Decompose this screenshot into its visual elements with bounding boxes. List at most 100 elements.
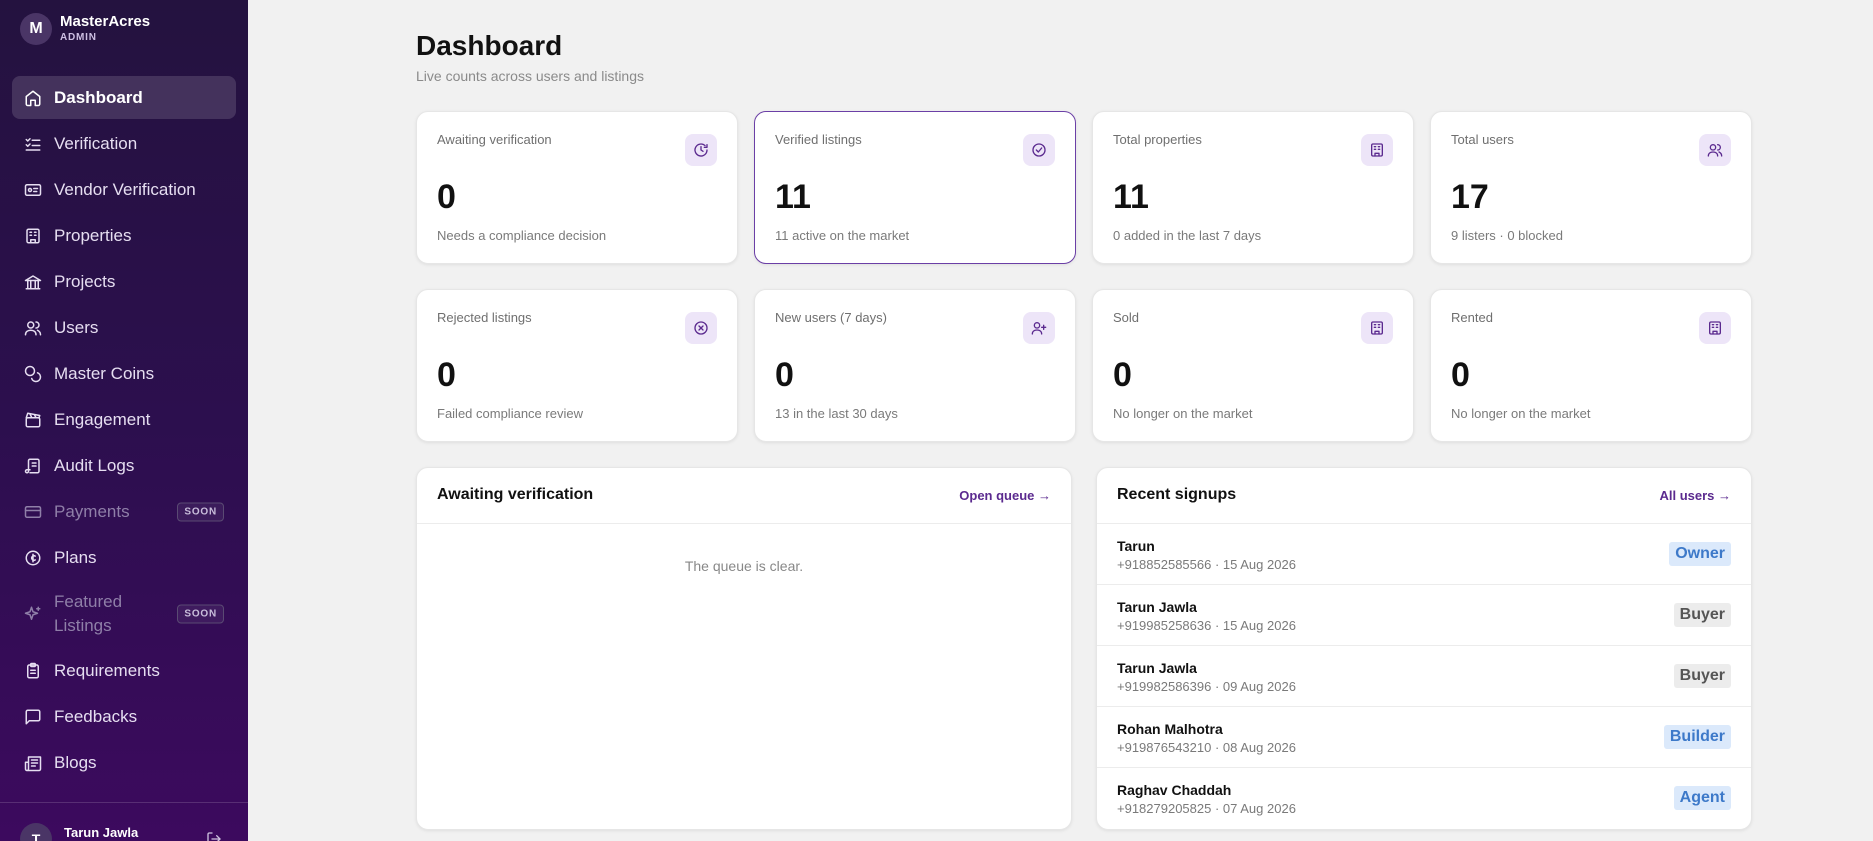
- stat-label: Rented: [1451, 310, 1493, 325]
- page-title: Dashboard: [416, 30, 563, 61]
- panel-title: Recent signups: [1117, 486, 1237, 503]
- page-subtitle: Live counts across users and listings: [416, 68, 644, 84]
- stat-note: No longer on the market: [1451, 406, 1591, 421]
- sidebar-item-label: Vendor Verification: [54, 179, 196, 199]
- panel-header: Awaiting verification Open queue →: [417, 468, 1071, 524]
- brand-name: MasterAcres: [60, 13, 151, 30]
- stat-value: 0: [1451, 356, 1470, 394]
- open-queue-link[interactable]: Open queue →: [959, 488, 1051, 503]
- stat-card-sold[interactable]: Sold 0 No longer on the market: [1092, 289, 1414, 442]
- stat-label: Sold: [1113, 310, 1140, 325]
- clipboard-icon: [24, 662, 42, 680]
- stat-value: 0: [437, 356, 456, 394]
- sidebar-item-feedbacks[interactable]: Feedbacks: [12, 695, 236, 738]
- all-users-link[interactable]: All users →: [1659, 488, 1731, 503]
- sidebar-item-label: Users: [54, 317, 99, 337]
- signup-row[interactable]: Tarun Jawla +919985258636 · 15 Aug 2026 …: [1097, 585, 1751, 646]
- sidebar-item-label: Master Coins: [54, 363, 155, 383]
- signup-name: Rohan Malhotra: [1117, 721, 1223, 737]
- signup-row[interactable]: Raghav Chaddah +918279205825 · 07 Aug 20…: [1097, 768, 1751, 829]
- sidebar-item-master-coins[interactable]: Master Coins: [12, 352, 236, 395]
- credit-card-icon: [24, 503, 42, 521]
- check-circle-icon: [1023, 134, 1055, 166]
- sidebar-item-plans[interactable]: Plans: [12, 536, 236, 579]
- sidebar-item-users[interactable]: Users: [12, 306, 236, 349]
- stat-label: Verified listings: [775, 132, 862, 147]
- signup-meta: +919876543210 · 08 Aug 2026: [1117, 740, 1296, 755]
- sidebar-item-featured-listings[interactable]: Featured Listings SOON: [12, 582, 236, 646]
- sidebar-item-label: Blogs: [54, 752, 97, 772]
- x-circle-icon: [685, 312, 717, 344]
- stat-note: No longer on the market: [1113, 406, 1253, 421]
- clock-icon: [685, 134, 717, 166]
- stat-card-awaiting-verification[interactable]: Awaiting verification 0 Needs a complian…: [416, 111, 738, 264]
- stat-card-verified-listings[interactable]: Verified listings 11 11 active on the ma…: [754, 111, 1076, 264]
- signup-row[interactable]: Rohan Malhotra +919876543210 · 08 Aug 20…: [1097, 707, 1751, 768]
- stat-note: 13 in the last 30 days: [775, 406, 898, 421]
- signup-row[interactable]: Tarun Jawla +919982586396 · 09 Aug 2026 …: [1097, 646, 1751, 707]
- soon-badge: SOON: [177, 502, 224, 521]
- signup-row[interactable]: Tarun +918852585566 · 15 Aug 2026 Owner: [1097, 524, 1751, 585]
- stat-note: Needs a compliance decision: [437, 228, 607, 243]
- stat-card-rejected-listings[interactable]: Rejected listings 0 Failed compliance re…: [416, 289, 738, 442]
- sidebar-item-label: Audit Logs: [54, 455, 135, 475]
- users-icon: [1699, 134, 1731, 166]
- sidebar-item-label: Verification: [54, 133, 138, 153]
- logout-icon[interactable]: [206, 831, 222, 841]
- brand-role: ADMIN: [60, 32, 97, 43]
- stat-label: New users (7 days): [775, 310, 887, 325]
- signup-name: Raghav Chaddah: [1117, 782, 1232, 798]
- signup-meta: +919985258636 · 15 Aug 2026: [1117, 618, 1296, 633]
- sidebar-item-blogs[interactable]: Blogs: [12, 741, 236, 784]
- sidebar-item-dashboard[interactable]: Dashboard: [12, 76, 236, 119]
- stat-card-new-users[interactable]: New users (7 days) 0 13 in the last 30 d…: [754, 289, 1076, 442]
- stat-card-rented[interactable]: Rented 0 No longer on the market: [1430, 289, 1752, 442]
- building-icon: [24, 227, 42, 245]
- stat-value: 0: [1113, 356, 1132, 394]
- building-icon: [1361, 134, 1393, 166]
- stat-value: 17: [1451, 178, 1489, 216]
- sidebar-item-audit-logs[interactable]: Audit Logs: [12, 444, 236, 487]
- stat-note: Failed compliance review: [437, 406, 583, 421]
- stat-label: Total users: [1451, 132, 1514, 147]
- stat-card-total-properties[interactable]: Total properties 11 0 added in the last …: [1092, 111, 1414, 264]
- user-plus-icon: [1023, 312, 1055, 344]
- sidebar-item-vendor-verification[interactable]: Vendor Verification: [12, 168, 236, 211]
- list-check-icon: [24, 135, 42, 153]
- landmark-icon: [24, 273, 42, 291]
- role-badge: Buyer: [1673, 603, 1731, 627]
- stat-card-total-users[interactable]: Total users 17 9 listers · 0 blocked: [1430, 111, 1752, 264]
- sidebar-item-engagement[interactable]: Engagement: [12, 398, 236, 441]
- panel-title: Awaiting verification: [437, 486, 594, 503]
- signups-list: Tarun +918852585566 · 15 Aug 2026 Owner …: [1097, 524, 1751, 829]
- recent-signups-panel: Recent signups All users → Tarun +918852…: [1096, 467, 1752, 830]
- sidebar-item-label: Requirements: [54, 660, 160, 680]
- empty-state: The queue is clear.: [684, 558, 804, 574]
- signup-name: Tarun Jawla: [1117, 599, 1197, 615]
- coins-icon: [24, 365, 42, 383]
- stat-note: 9 listers · 0 blocked: [1451, 228, 1563, 243]
- role-badge: Agent: [1673, 786, 1731, 810]
- sidebar-item-requirements[interactable]: Requirements: [12, 649, 236, 692]
- sidebar-item-label: Featured Listings: [54, 592, 123, 635]
- user-avatar: T: [20, 823, 52, 841]
- sidebar-item-label: Payments: [54, 501, 130, 521]
- newspaper-icon: [24, 754, 42, 772]
- brand[interactable]: M MasterAcres ADMIN: [20, 13, 150, 45]
- brand-avatar: M: [20, 13, 52, 45]
- signup-meta: +918279205825 · 07 Aug 2026: [1117, 801, 1296, 816]
- sidebar-item-label: Dashboard: [54, 87, 143, 107]
- sidebar-item-payments[interactable]: Payments SOON: [12, 490, 236, 533]
- sparkles-icon: [24, 605, 42, 623]
- sidebar-item-projects[interactable]: Projects: [12, 260, 236, 303]
- soon-badge: SOON: [177, 604, 224, 624]
- stat-note: 0 added in the last 7 days: [1113, 228, 1262, 243]
- sidebar-item-properties[interactable]: Properties: [12, 214, 236, 257]
- clapperboard-icon: [24, 411, 42, 429]
- stat-value: 11: [775, 178, 811, 216]
- sidebar-item-verification[interactable]: Verification: [12, 122, 236, 165]
- user-name: Tarun Jawla: [64, 825, 139, 840]
- main-content: Dashboard Live counts across users and l…: [248, 0, 1873, 841]
- building-icon: [1699, 312, 1731, 344]
- building-icon: [1361, 312, 1393, 344]
